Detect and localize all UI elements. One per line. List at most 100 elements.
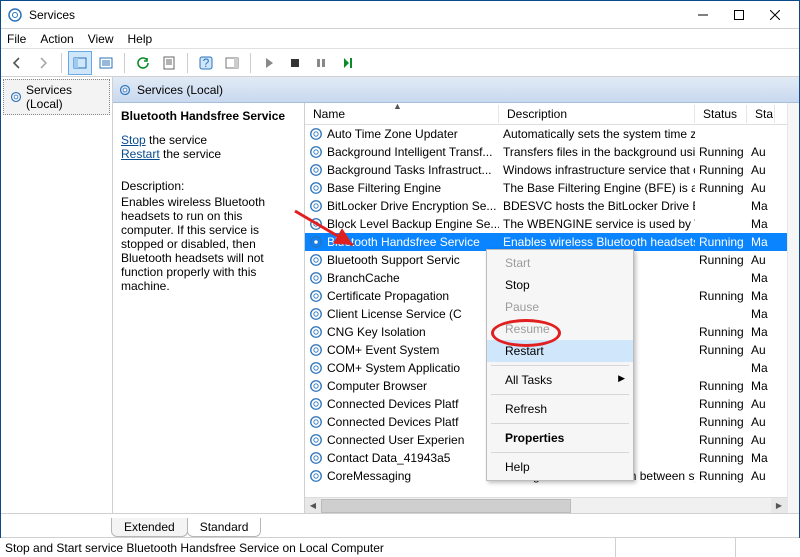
show-hide-tree-button[interactable]	[68, 51, 92, 75]
maximize-button[interactable]	[721, 3, 757, 27]
table-row[interactable]: Background Intelligent Transf...Transfer…	[305, 143, 799, 161]
refresh-button[interactable]	[131, 51, 155, 75]
menu-file[interactable]: File	[7, 32, 26, 46]
toolbar-separator	[250, 53, 251, 73]
close-button[interactable]	[757, 3, 793, 27]
export-list-button[interactable]	[94, 51, 118, 75]
restart-service-link[interactable]: Restart	[121, 147, 160, 161]
pause-service-button[interactable]	[309, 51, 333, 75]
tab-extended[interactable]: Extended	[111, 518, 188, 537]
description-label: Description:	[121, 179, 296, 193]
cell-startup: Au	[747, 415, 775, 429]
tree-item-services-local[interactable]: Services (Local)	[3, 79, 110, 115]
cell-startup: Au	[747, 181, 775, 195]
stop-service-button[interactable]	[283, 51, 307, 75]
cell-name: Certificate Propagation	[305, 289, 499, 303]
service-icon	[309, 289, 323, 303]
horizontal-scrollbar[interactable]: ◀ ▶	[305, 497, 787, 513]
service-icon	[119, 84, 131, 96]
cell-startup: Au	[747, 469, 775, 483]
stop-service-link[interactable]: Stop	[121, 133, 146, 147]
cell-status: Running	[695, 469, 747, 483]
help-button[interactable]: ?	[194, 51, 218, 75]
status-pane-3	[735, 538, 795, 557]
service-icon	[309, 163, 323, 177]
cell-name: Bluetooth Handsfree Service	[305, 235, 499, 249]
tree-item-label: Services (Local)	[26, 83, 103, 111]
forward-button[interactable]	[31, 51, 55, 75]
cell-description: The WBENGINE service is used by Wind...	[499, 217, 695, 231]
service-icon	[309, 433, 323, 447]
show-hide-action-pane-button[interactable]	[220, 51, 244, 75]
restart-service-line: Restart the service	[121, 147, 296, 161]
table-row[interactable]: Background Tasks Infrastruct...Windows i…	[305, 161, 799, 179]
menu-action[interactable]: Action	[40, 32, 73, 46]
detail-service-title: Bluetooth Handsfree Service	[121, 109, 296, 123]
scroll-right-button[interactable]: ▶	[771, 498, 787, 514]
detail-pane: Bluetooth Handsfree Service Stop the ser…	[113, 103, 305, 513]
column-name[interactable]: Name	[305, 105, 499, 123]
service-icon	[309, 451, 323, 465]
table-row[interactable]: Auto Time Zone UpdaterAutomatically sets…	[305, 125, 799, 143]
restart-suffix: the service	[160, 147, 221, 161]
back-button[interactable]	[5, 51, 29, 75]
menu-help[interactable]: Help	[128, 32, 153, 46]
cell-description: Windows infrastructure service that con.…	[499, 163, 695, 177]
cell-name: Connected Devices Platf	[305, 415, 499, 429]
context-menu: Start Stop Pause Resume Restart All Task…	[486, 249, 634, 481]
service-icon	[309, 469, 323, 483]
ctx-refresh[interactable]: Refresh	[487, 398, 633, 420]
sort-indicator-icon: ▲	[393, 103, 402, 111]
column-status[interactable]: Status	[695, 105, 747, 123]
right-shell: Services (Local) Bluetooth Handsfree Ser…	[113, 77, 799, 513]
service-icon	[309, 361, 323, 375]
services-app-icon	[7, 7, 23, 23]
ctx-stop[interactable]: Stop	[487, 274, 633, 296]
column-description[interactable]: Description	[499, 105, 695, 123]
ctx-help[interactable]: Help	[487, 456, 633, 478]
cell-name: Computer Browser	[305, 379, 499, 393]
stop-service-line: Stop the service	[121, 133, 296, 147]
cell-status: Running	[695, 145, 747, 159]
right-header: Services (Local)	[113, 77, 799, 103]
table-row[interactable]: Block Level Backup Engine Se...The WBENG…	[305, 215, 799, 233]
tab-standard[interactable]: Standard	[187, 518, 262, 537]
cell-name: CoreMessaging	[305, 469, 499, 483]
scroll-thumb[interactable]	[321, 499, 571, 513]
service-icon	[10, 91, 22, 103]
cell-name: Base Filtering Engine	[305, 181, 499, 195]
table-row[interactable]: BitLocker Drive Encryption Se...BDESVC h…	[305, 197, 799, 215]
service-icon	[309, 379, 323, 393]
restart-service-button[interactable]	[335, 51, 359, 75]
properties-button[interactable]	[157, 51, 181, 75]
cell-startup: Ma	[747, 361, 775, 375]
ctx-separator	[491, 394, 629, 395]
cell-startup: Ma	[747, 235, 775, 249]
tree-pane: Services (Local)	[1, 77, 113, 513]
start-service-button[interactable]	[257, 51, 281, 75]
service-icon	[309, 343, 323, 357]
minimize-button[interactable]	[685, 3, 721, 27]
submenu-arrow-icon: ▶	[618, 373, 625, 384]
ctx-restart[interactable]: Restart	[487, 340, 633, 362]
cell-startup: Au	[747, 433, 775, 447]
table-row[interactable]: Base Filtering EngineThe Base Filtering …	[305, 179, 799, 197]
cell-name: Block Level Backup Engine Se...	[305, 217, 499, 231]
scroll-left-button[interactable]: ◀	[305, 498, 321, 514]
titlebar: Services	[1, 1, 799, 29]
cell-name: Bluetooth Support Servic	[305, 253, 499, 267]
toolbar-separator	[61, 53, 62, 73]
service-icon	[309, 145, 323, 159]
column-startup[interactable]: Sta	[747, 105, 775, 123]
toolbar-separator	[124, 53, 125, 73]
ctx-properties[interactable]: Properties	[487, 427, 633, 449]
cell-name: BranchCache	[305, 271, 499, 285]
cell-status: Running	[695, 235, 747, 249]
cell-startup: Ma	[747, 199, 775, 213]
menu-view[interactable]: View	[88, 32, 114, 46]
cell-status: Running	[695, 163, 747, 177]
statusbar: Stop and Start service Bluetooth Handsfr…	[1, 537, 799, 557]
vertical-scrollbar[interactable]	[787, 103, 799, 513]
ctx-all-tasks[interactable]: All Tasks▶	[487, 369, 633, 391]
status-text: Stop and Start service Bluetooth Handsfr…	[5, 541, 615, 555]
